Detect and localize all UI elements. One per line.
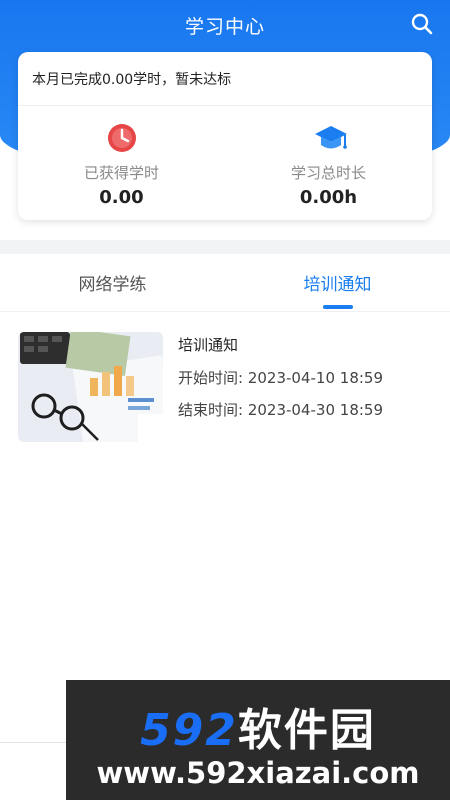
stat-earned-hours[interactable]: 已获得学时 0.00 [18, 106, 225, 220]
graduation-cap-icon [313, 122, 347, 154]
summary-card: 本月已完成0.00学时，暂未达标 已获得学时 0.00 学习总时长 0.00h [18, 52, 432, 220]
stats-row: 已获得学时 0.00 学习总时长 0.00h [18, 106, 432, 220]
stat-total-duration[interactable]: 学习总时长 0.00h [225, 106, 432, 220]
tab-training-notice[interactable]: 培训通知 [225, 254, 450, 311]
notice-thumbnail [18, 332, 163, 442]
section-divider [0, 240, 450, 254]
start-time-value: 2023-04-10 18:59 [247, 369, 384, 387]
stat-value: 0.00 [99, 187, 144, 208]
watermark-logo-digits: 592 [140, 705, 238, 756]
notice-list-item[interactable]: 培训通知 开始时间: 2023-04-10 18:59 结束时间: 2023-0… [18, 332, 432, 442]
end-time-label: 结束时间: [178, 401, 244, 419]
notice-details: 培训通知 开始时间: 2023-04-10 18:59 结束时间: 2023-0… [178, 332, 383, 442]
tab-label: 培训通知 [303, 275, 372, 295]
study-status-message: 本月已完成0.00学时，暂未达标 [18, 52, 432, 106]
active-tab-indicator [322, 305, 353, 309]
notice-end-time: 结束时间: 2023-04-30 18:59 [178, 399, 383, 420]
stat-label: 已获得学时 [83, 164, 159, 182]
search-icon[interactable] [410, 12, 434, 36]
watermark-banner: 592软件园 www.592xiazai.com [66, 680, 450, 800]
notice-start-time: 开始时间: 2023-04-10 18:59 [178, 367, 383, 388]
tab-bar: 网络学练 培训通知 [0, 254, 450, 312]
notice-title: 培训通知 [178, 336, 239, 354]
clock-icon [106, 122, 138, 154]
tab-online-practice[interactable]: 网络学练 [0, 254, 225, 311]
start-time-label: 开始时间: [178, 369, 244, 387]
watermark-logo-chars: 软件园 [237, 705, 376, 756]
end-time-value: 2023-04-30 18:59 [247, 401, 384, 419]
top-bar: 学习中心 [0, 0, 450, 50]
stat-label: 学习总时长 [290, 164, 366, 182]
watermark-logo: 592软件园 [66, 694, 450, 758]
stat-value: 0.00h [299, 187, 358, 208]
watermark-url: www.592xiazai.com [96, 756, 420, 790]
page-title: 学习中心 [184, 15, 265, 38]
tab-label: 网络学练 [78, 275, 147, 295]
